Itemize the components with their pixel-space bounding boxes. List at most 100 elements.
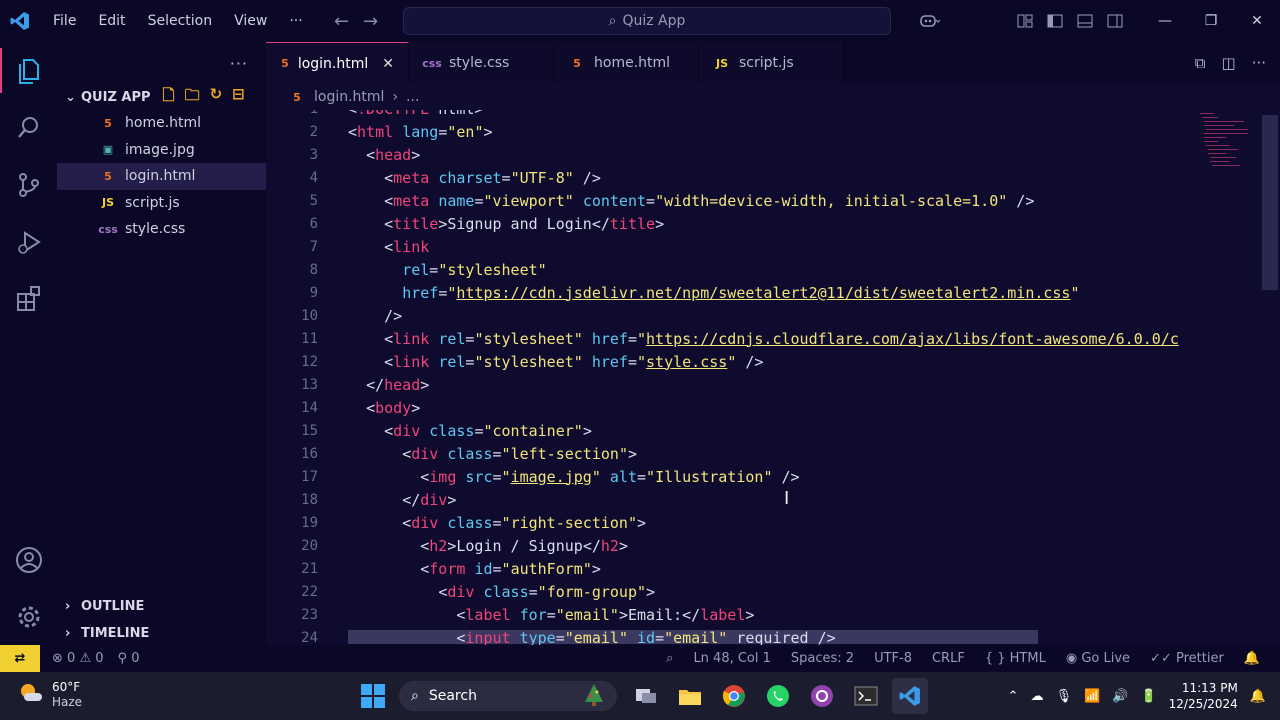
- code-line[interactable]: 3 <head>: [266, 143, 1196, 166]
- code-text[interactable]: <div class="form-group">: [348, 583, 655, 601]
- menu-selection[interactable]: Selection: [137, 0, 224, 42]
- code-line[interactable]: 20 <h2>Login / Signup</h2>: [266, 534, 1196, 557]
- open-preview-icon[interactable]: ⧉: [1195, 54, 1206, 72]
- code-text[interactable]: <meta name="viewport" content="width=dev…: [348, 192, 1034, 210]
- toggle-sidebar-icon[interactable]: [1040, 0, 1070, 42]
- outline-section[interactable]: › OUTLINE: [57, 593, 144, 619]
- terminal-icon[interactable]: [848, 678, 884, 714]
- code-line[interactable]: 6 <title>Signup and Login</title>: [266, 212, 1196, 235]
- toggle-panel-icon[interactable]: [1070, 0, 1100, 42]
- menu-file[interactable]: File: [42, 0, 87, 42]
- code-text[interactable]: <body>: [348, 399, 420, 417]
- code-text[interactable]: <div class="right-section">: [348, 514, 646, 532]
- forward-arrow-icon[interactable]: →: [363, 11, 378, 32]
- file-explorer-icon[interactable]: [672, 678, 708, 714]
- code-text[interactable]: <link rel="stylesheet" href="https://cdn…: [348, 330, 1179, 348]
- chrome-icon[interactable]: [716, 678, 752, 714]
- go-live-button[interactable]: ◉ Go Live: [1066, 651, 1130, 666]
- notification-bell-icon[interactable]: 🔔: [1250, 689, 1266, 704]
- microphone-icon[interactable]: 🎙: [1056, 689, 1073, 704]
- code-text[interactable]: <img src="image.jpg" alt="Illustration" …: [348, 468, 799, 486]
- github-desktop-icon[interactable]: [804, 678, 840, 714]
- menu-edit[interactable]: Edit: [87, 0, 136, 42]
- code-line[interactable]: 16 <div class="left-section">: [266, 442, 1196, 465]
- notifications-bell-icon[interactable]: 🔔: [1244, 651, 1260, 666]
- tab-style-css[interactable]: css style.css: [409, 42, 554, 84]
- onedrive-cloud-icon[interactable]: ☁: [1031, 689, 1044, 704]
- code-text[interactable]: <link: [348, 238, 429, 256]
- accounts-icon[interactable]: [0, 531, 57, 588]
- vscode-taskbar-icon[interactable]: [892, 678, 928, 714]
- indentation[interactable]: Spaces: 2: [791, 651, 854, 666]
- code-text[interactable]: </head>: [348, 376, 429, 394]
- file-home-html[interactable]: 5 home.html: [57, 110, 266, 137]
- line-ending[interactable]: CRLF: [932, 651, 965, 666]
- cursor-position[interactable]: Ln 48, Col 1: [693, 651, 770, 666]
- task-view-icon[interactable]: [628, 678, 664, 714]
- code-text[interactable]: rel="stylesheet": [348, 261, 547, 279]
- volume-icon[interactable]: 🔊: [1112, 689, 1128, 704]
- whatsapp-icon[interactable]: [760, 678, 796, 714]
- code-line[interactable]: 10 />: [266, 304, 1196, 327]
- tab-home-html[interactable]: 5 home.html: [554, 42, 699, 84]
- breadcrumb-more[interactable]: ...: [406, 89, 419, 105]
- prettier-button[interactable]: ✓✓ Prettier: [1150, 651, 1224, 666]
- minimize-icon[interactable]: —: [1142, 0, 1188, 42]
- code-line[interactable]: 13 </head>: [266, 373, 1196, 396]
- zoom-icon[interactable]: ⌕: [666, 651, 673, 666]
- close-tab-icon[interactable]: ✕: [382, 56, 394, 72]
- code-line[interactable]: 17 <img src="image.jpg" alt="Illustratio…: [266, 465, 1196, 488]
- encoding[interactable]: UTF-8: [874, 651, 912, 666]
- collapse-all-icon[interactable]: ⊟: [232, 85, 245, 110]
- menu-more[interactable]: ···: [278, 0, 313, 42]
- windows-start-icon[interactable]: [361, 684, 385, 712]
- code-text[interactable]: <meta charset="UTF-8" />: [348, 169, 601, 187]
- code-line[interactable]: 21 <form id="authForm">: [266, 557, 1196, 580]
- file-login-html[interactable]: 5 login.html: [57, 163, 266, 190]
- code-text[interactable]: <title>Signup and Login</title>: [348, 215, 664, 233]
- code-text[interactable]: <!DOCTYPE html>: [348, 110, 483, 118]
- new-folder-icon[interactable]: 🗀: [185, 85, 200, 110]
- file-image-jpg[interactable]: ▣ image.jpg: [57, 137, 266, 164]
- ports-indicator[interactable]: ⚲ 0: [118, 651, 140, 666]
- refresh-icon[interactable]: ↻: [210, 85, 223, 110]
- layout-customize-icon[interactable]: [1010, 0, 1040, 42]
- code-text[interactable]: <div class="left-section">: [348, 445, 637, 463]
- code-text[interactable]: <form id="authForm">: [348, 560, 601, 578]
- scrollbar-vertical[interactable]: [1262, 115, 1278, 290]
- code-editor[interactable]: 1 <!DOCTYPE html> 2 <html lang="en"> 3 <head…: [266, 110, 1280, 645]
- taskbar-search[interactable]: ⌕ Search: [399, 681, 617, 711]
- timeline-section[interactable]: › TIMELINE: [57, 620, 149, 646]
- code-text[interactable]: </div>: [348, 491, 456, 509]
- code-line[interactable]: 8 rel="stylesheet": [266, 258, 1196, 281]
- copilot-icon[interactable]: [910, 0, 950, 42]
- code-line[interactable]: 15 <div class="container">: [266, 419, 1196, 442]
- chevron-up-icon[interactable]: ⌃: [1008, 689, 1019, 704]
- code-text[interactable]: />: [348, 307, 402, 325]
- code-text[interactable]: <label for="email">Email:</label>: [348, 606, 754, 624]
- settings-gear-icon[interactable]: [0, 588, 57, 645]
- menu-view[interactable]: View: [223, 0, 278, 42]
- code-line[interactable]: 12 <link rel="stylesheet" href="style.cs…: [266, 350, 1196, 373]
- tab-login-html[interactable]: 5 login.html ✕: [266, 42, 409, 84]
- restore-icon[interactable]: ❐: [1188, 0, 1234, 42]
- code-line[interactable]: 19 <div class="right-section">: [266, 511, 1196, 534]
- toggle-secondary-sidebar-icon[interactable]: [1100, 0, 1130, 42]
- code-line[interactable]: 23 <label for="email">Email:</label>: [266, 603, 1196, 626]
- battery-icon[interactable]: 🔋: [1140, 689, 1156, 704]
- language-mode[interactable]: { } HTML: [985, 651, 1046, 666]
- clock[interactable]: 11:13 PM 12/25/2024: [1169, 680, 1238, 712]
- close-window-icon[interactable]: ✕: [1234, 0, 1280, 42]
- file-script-js[interactable]: JS script.js: [57, 190, 266, 217]
- code-line[interactable]: 14 <body>: [266, 396, 1196, 419]
- search-activity-icon[interactable]: [0, 99, 57, 156]
- explorer-icon[interactable]: [0, 42, 57, 99]
- code-text[interactable]: <h2>Login / Signup</h2>: [348, 537, 628, 555]
- code-text[interactable]: <div class="container">: [348, 422, 592, 440]
- folder-quiz-app[interactable]: ⌄ QUIZ APP 🗋 🗀 ↻ ⊟: [57, 84, 266, 110]
- code-text[interactable]: <input type="email" id="email" required …: [348, 629, 835, 646]
- code-line[interactable]: 1 <!DOCTYPE html>: [266, 110, 1196, 120]
- problems-indicator[interactable]: ⊗ 0 ⚠ 0: [52, 651, 104, 666]
- code-line[interactable]: 18 </div>: [266, 488, 1196, 511]
- code-line[interactable]: 4 <meta charset="UTF-8" />: [266, 166, 1196, 189]
